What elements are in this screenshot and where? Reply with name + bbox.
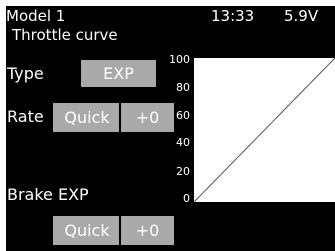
type-button[interactable]: EXP bbox=[81, 60, 156, 87]
clock: 13:33 bbox=[211, 7, 255, 25]
rate-quick-button[interactable]: Quick bbox=[53, 103, 121, 132]
type-label: Type bbox=[7, 64, 44, 83]
lcd-display: Model 1 13:33 5.9V Throttle curve Type E… bbox=[6, 6, 335, 251]
brake-quick-button[interactable]: Quick bbox=[53, 216, 121, 245]
battery-voltage: 5.9V bbox=[284, 7, 319, 25]
brake-exp-label: Brake EXP bbox=[7, 185, 89, 204]
transmitter-screen: Model 1 13:33 5.9V Throttle curve Type E… bbox=[0, 0, 335, 251]
y-tick-label: 60 bbox=[176, 109, 190, 122]
y-tick-label: 0 bbox=[183, 192, 190, 205]
y-tick-label: 20 bbox=[176, 165, 190, 178]
curve-plot bbox=[193, 57, 335, 203]
y-tick-label: 80 bbox=[176, 81, 190, 94]
y-tick-label: 100 bbox=[169, 53, 190, 66]
model-name: Model 1 bbox=[6, 7, 66, 25]
brake-value-button[interactable]: +0 bbox=[121, 216, 174, 245]
screen-title: Throttle curve bbox=[12, 26, 118, 44]
throttle-curve-line bbox=[193, 57, 335, 203]
y-tick-label: 40 bbox=[176, 136, 190, 149]
rate-label: Rate bbox=[7, 107, 44, 126]
rate-value-button[interactable]: +0 bbox=[121, 103, 174, 132]
throttle-curve-graph bbox=[193, 57, 335, 203]
